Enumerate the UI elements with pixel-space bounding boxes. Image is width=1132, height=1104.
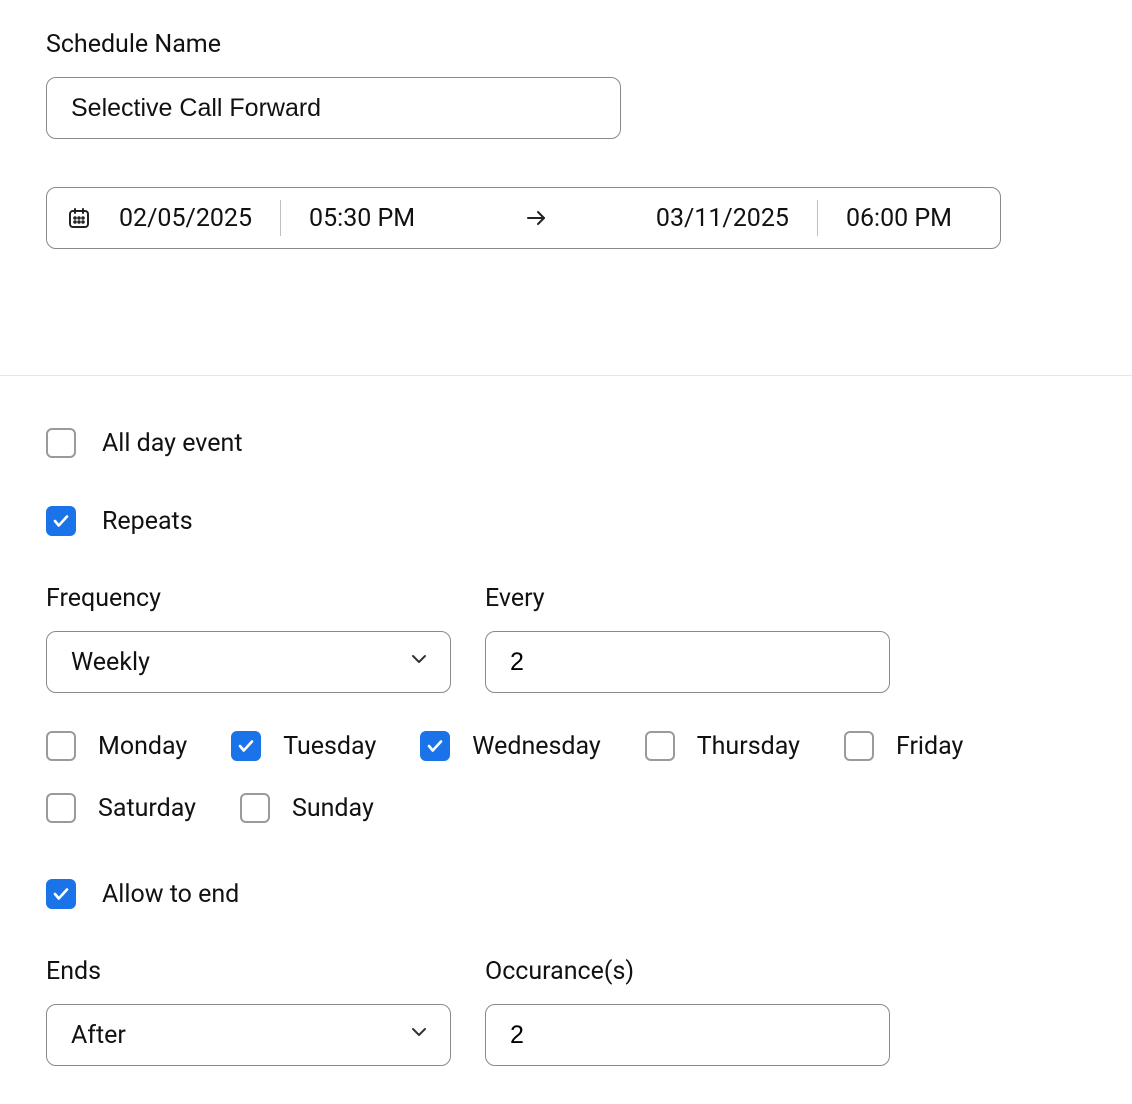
day-item: Sunday <box>240 793 374 823</box>
end-time[interactable]: 06:00 PM <box>818 204 980 233</box>
start-time[interactable]: 05:30 PM <box>281 204 443 233</box>
start-date[interactable]: 02/05/2025 <box>91 204 280 233</box>
day-item: Monday <box>46 731 187 761</box>
occurrences-label: Occurance(s) <box>485 957 890 986</box>
frequency-value: Weekly <box>71 648 150 677</box>
day-checkbox-saturday[interactable] <box>46 793 76 823</box>
day-checkbox-sunday[interactable] <box>240 793 270 823</box>
occurrences-input[interactable] <box>485 1004 890 1066</box>
day-checkbox-tuesday[interactable] <box>231 731 261 761</box>
day-item: Saturday <box>46 793 196 823</box>
day-checkbox-monday[interactable] <box>46 731 76 761</box>
calendar-icon <box>67 206 91 230</box>
arrow-right-icon <box>443 206 628 230</box>
day-checkbox-friday[interactable] <box>844 731 874 761</box>
ends-value: After <box>71 1021 126 1050</box>
all-day-checkbox[interactable] <box>46 428 76 458</box>
ends-select[interactable]: After <box>46 1004 451 1066</box>
day-label: Friday <box>896 732 963 761</box>
repeats-label: Repeats <box>102 507 193 536</box>
day-label: Saturday <box>98 794 196 823</box>
ends-label: Ends <box>46 957 451 986</box>
day-checkbox-wednesday[interactable] <box>420 731 450 761</box>
day-item: Wednesday <box>420 731 600 761</box>
schedule-name-input[interactable] <box>46 77 621 139</box>
day-label: Sunday <box>292 794 374 823</box>
end-date[interactable]: 03/11/2025 <box>628 204 817 233</box>
frequency-label: Frequency <box>46 584 451 613</box>
all-day-label: All day event <box>102 429 243 458</box>
schedule-name-label: Schedule Name <box>46 30 1086 59</box>
day-item: Tuesday <box>231 731 376 761</box>
allow-end-checkbox[interactable] <box>46 879 76 909</box>
date-range-picker[interactable]: 02/05/2025 05:30 PM 03/11/2025 06:00 PM <box>46 187 1001 249</box>
allow-end-label: Allow to end <box>102 880 239 909</box>
day-label: Wednesday <box>472 732 600 761</box>
every-label: Every <box>485 584 890 613</box>
repeats-checkbox[interactable] <box>46 506 76 536</box>
day-label: Thursday <box>697 732 800 761</box>
frequency-select[interactable]: Weekly <box>46 631 451 693</box>
day-label: Monday <box>98 732 187 761</box>
day-item: Thursday <box>645 731 800 761</box>
day-label: Tuesday <box>283 732 376 761</box>
day-checkbox-thursday[interactable] <box>645 731 675 761</box>
day-item: Friday <box>844 731 963 761</box>
days-of-week: Monday Tuesday Wednesday Thursday Friday Satu… <box>46 731 1046 823</box>
every-input[interactable] <box>485 631 890 693</box>
